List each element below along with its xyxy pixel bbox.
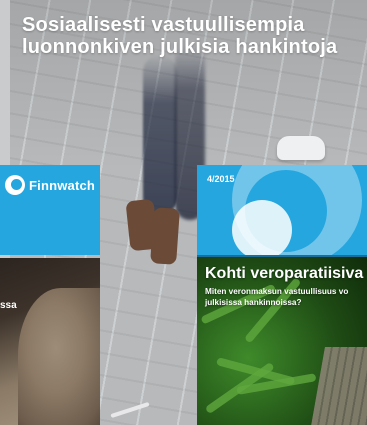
right-cover-title: Kohti veroparatiisiva <box>205 265 364 282</box>
top-cover-title: Sosiaalisesti vastuullisempia luonnonkiv… <box>22 14 342 58</box>
left-cover-photo: ssa <box>0 258 100 425</box>
issue-number: 4/2015 <box>207 174 235 184</box>
blurred-leg <box>143 55 177 215</box>
brand-name: Finnwatch <box>29 177 96 193</box>
report-covers-collage: Sosiaalisesti vastuullisempia luonnonkiv… <box>0 0 367 425</box>
right-report-cover: 4/2015 Kohti veroparatiisiva Miten veron… <box>197 165 367 425</box>
hand-photo-image <box>18 288 100 425</box>
right-cover-header: 4/2015 <box>197 165 367 255</box>
right-cover-subtitle-line-2: julkisissa hankinnoissa? <box>205 298 302 307</box>
right-cover-subtitle-line-1: Miten veronmaksun vastuullisuus vo <box>205 287 349 296</box>
finnwatch-logo-icon <box>5 175 25 195</box>
right-cover-subtitle: Miten veronmaksun vastuullisuus vo julki… <box>205 286 367 308</box>
swirl-graphic <box>232 200 292 255</box>
wooden-path <box>309 347 367 425</box>
finnwatch-brand: Finnwatch <box>5 175 95 195</box>
top-cover-title-line-1: Sosiaalisesti vastuullisempia <box>22 14 305 36</box>
white-sneaker-image <box>277 136 325 160</box>
left-report-cover-header: Finnwatch <box>0 165 100 255</box>
brown-boot-image <box>150 207 180 265</box>
left-cover-text-fragment: ssa <box>0 300 17 311</box>
top-cover-title-line-2: luonnonkiven julkisia hankintoja <box>22 36 338 58</box>
